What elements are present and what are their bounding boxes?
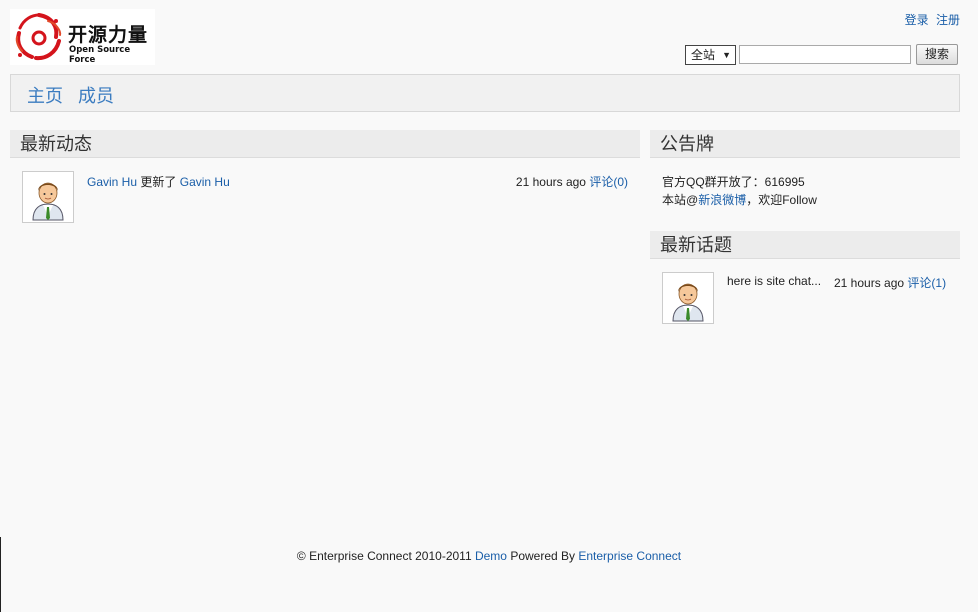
notice-line-suffix: ，欢迎Follow [746,193,817,207]
avatar[interactable] [662,272,714,324]
notice-section-title: 公告牌 [650,130,960,158]
footer-powered-by: Powered By [510,549,576,563]
logo-swirl-icon [15,13,62,61]
main-nav: 主页 成员 [10,74,960,112]
search-input[interactable] [739,45,911,64]
avatar[interactable] [22,171,74,223]
activity-section-title: 最新动态 [10,130,640,158]
user-avatar-icon [672,283,704,322]
nav-item-members[interactable]: 成员 [78,82,114,108]
logo-text-en: Open Source Force [69,45,131,65]
topic-comments-link[interactable]: 评论(1) [907,276,946,290]
activity-meta: 21 hours ago 评论(0) [516,173,628,190]
search-scope-select[interactable]: 全站 ▼ [685,45,736,65]
topics-section-title: 最新话题 [650,231,960,259]
notice-line-qq: 官方QQ群开放了：616995 [662,175,805,189]
dropdown-arrow-icon: ▼ [722,50,731,60]
footer-ec-link[interactable]: Enterprise Connect [578,549,681,563]
activity-actor-link[interactable]: Gavin Hu [87,175,137,189]
register-link[interactable]: 注册 [936,13,960,27]
account-links: 登录 注册 [905,11,960,28]
activity-target-link[interactable]: Gavin Hu [180,175,230,189]
activity-comments-link[interactable]: 评论(0) [589,175,628,189]
user-avatar-icon [32,182,64,221]
notice-line-prefix: 本站@ [662,193,699,207]
activity-text: Gavin Hu 更新了 Gavin Hu [87,173,230,190]
footer: © Enterprise Connect 2010-2011 Demo Powe… [0,549,978,563]
activity-time: 21 hours ago [515,175,586,189]
search-button[interactable]: 搜索 [916,44,958,65]
weibo-link[interactable]: 新浪微博 [698,193,746,207]
notice-content: 官方QQ群开放了：616995 本站@新浪微博，欢迎Follow [662,173,817,209]
activity-verb: 更新了 [140,175,177,189]
footer-copyright: © Enterprise Connect 2010-2011 [296,549,472,563]
nav-item-home[interactable]: 主页 [27,82,63,108]
topic-meta: 21 hours ago 评论(1) [834,274,946,291]
topic-time: 21 hours ago [834,276,905,290]
login-link[interactable]: 登录 [905,13,929,27]
logo-text-cn: 开源力量 [68,24,149,46]
topic-title[interactable]: here is site chat... [727,274,821,288]
site-logo[interactable]: 开源力量 Open Source Force [10,9,155,65]
notice-line-weibo: 本站@新浪微博，欢迎Follow [662,191,817,209]
footer-demo-link[interactable]: Demo [475,549,507,563]
search-scope-value: 全站 [691,48,716,62]
